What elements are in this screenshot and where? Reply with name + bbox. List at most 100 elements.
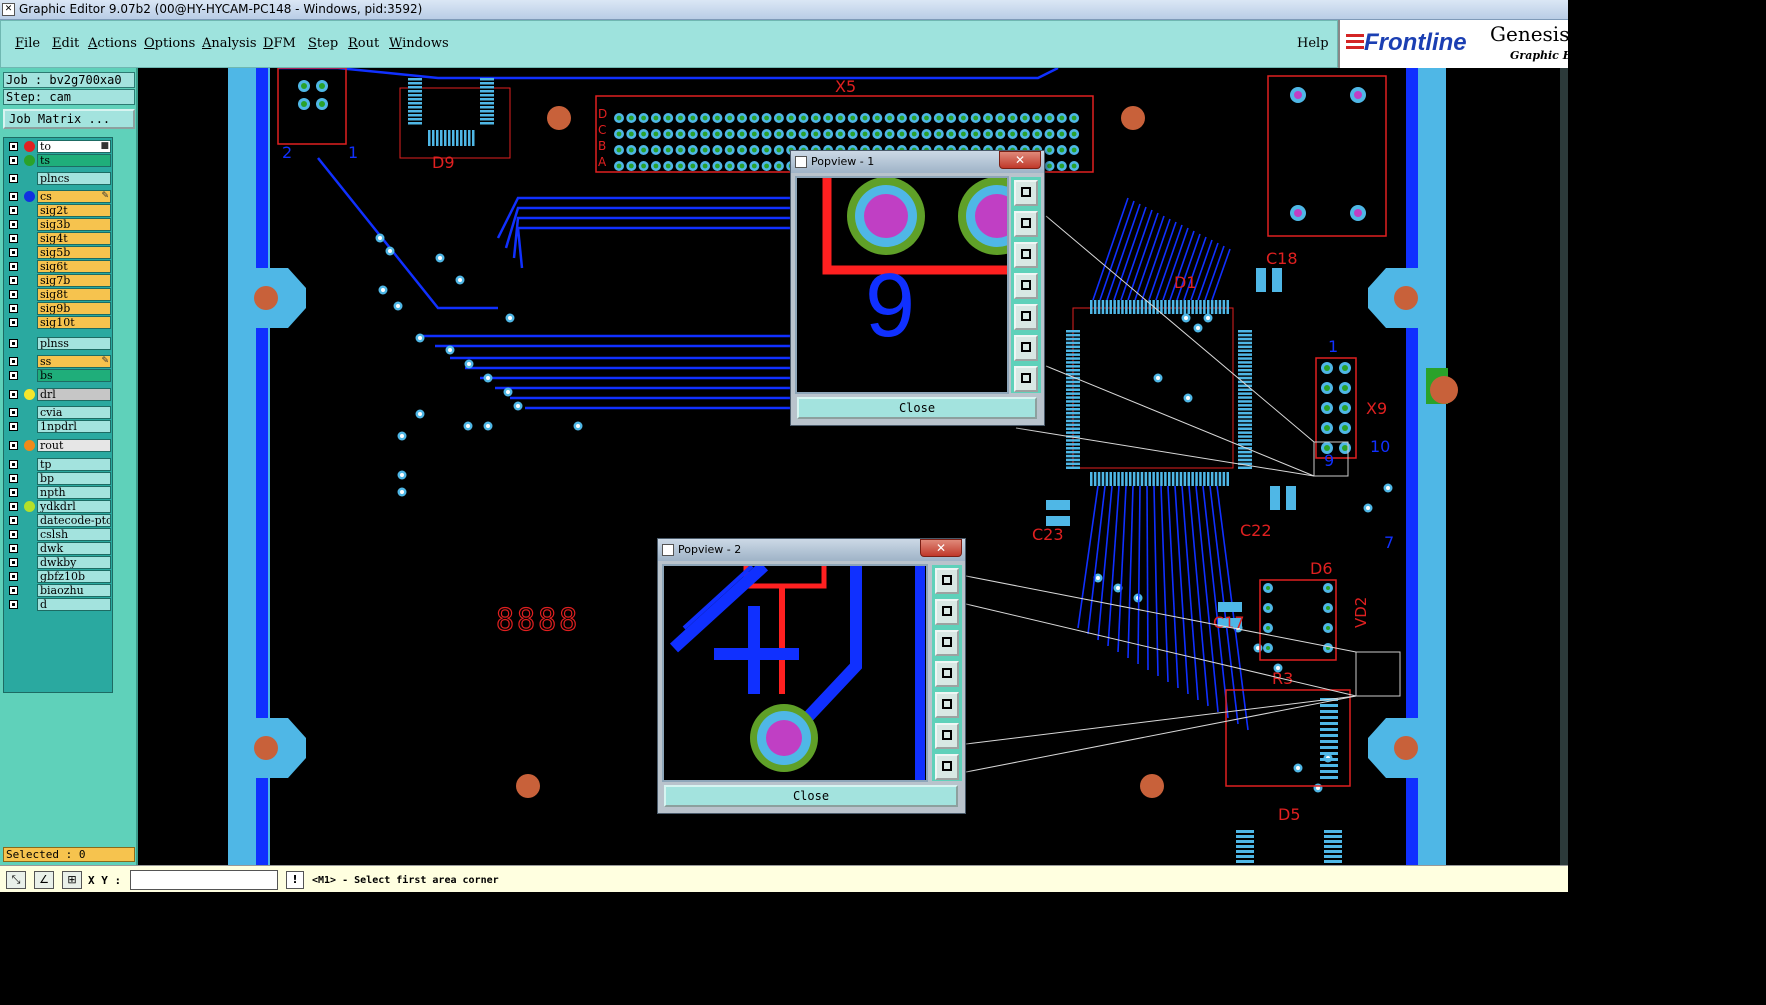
menu-file[interactable]: File bbox=[15, 36, 40, 51]
menu-windows[interactable]: Windows bbox=[389, 36, 449, 51]
zoom-out-icon[interactable] bbox=[1014, 366, 1038, 392]
layer-checkbox[interactable] bbox=[9, 586, 18, 595]
layer-checkbox[interactable] bbox=[9, 516, 18, 525]
layer-checkbox[interactable] bbox=[9, 474, 18, 483]
layer-checkbox[interactable] bbox=[9, 390, 18, 399]
popview-2-close-button[interactable]: Close bbox=[664, 785, 958, 807]
menu-analysis[interactable]: Analysis bbox=[202, 36, 257, 51]
layer-checkbox[interactable] bbox=[9, 290, 18, 299]
pan-down-icon[interactable] bbox=[935, 630, 959, 656]
layer-checkbox[interactable] bbox=[9, 304, 18, 313]
layer-row-biaozhu[interactable]: biaozhu bbox=[4, 584, 112, 597]
pan-right-icon[interactable] bbox=[1014, 304, 1038, 330]
layer-row-sig4t[interactable]: sig4t bbox=[4, 232, 112, 245]
layer-row-sig3b[interactable]: sig3b bbox=[4, 218, 112, 231]
measure-icon[interactable]: ⤡ bbox=[6, 871, 26, 889]
popview-1-close-button[interactable]: Close bbox=[797, 397, 1037, 419]
popview-1-window[interactable]: Popview - 1 ✕ 9 Close bbox=[790, 150, 1045, 426]
layer-checkbox[interactable] bbox=[9, 422, 18, 431]
popview-1-titlebar[interactable]: Popview - 1 ✕ bbox=[791, 151, 1044, 173]
layer-row-plncs[interactable]: plncs bbox=[4, 172, 112, 185]
layer-row-d[interactable]: d bbox=[4, 598, 112, 611]
layer-row-plnss[interactable]: plnss bbox=[4, 337, 112, 350]
info-icon[interactable]: ! bbox=[286, 871, 304, 889]
layer-row-1npdrl[interactable]: 1npdrl bbox=[4, 420, 112, 433]
pan-left-icon[interactable] bbox=[1014, 273, 1038, 299]
popview-2-titlebar[interactable]: Popview - 2 ✕ bbox=[658, 539, 965, 561]
layer-row-cs[interactable]: cs ✎ bbox=[4, 190, 112, 203]
layer-checkbox[interactable] bbox=[9, 262, 18, 271]
layer-row-ss[interactable]: ss ✎ bbox=[4, 355, 112, 368]
layer-row-cvia[interactable]: cvia bbox=[4, 406, 112, 419]
layer-row-dwk[interactable]: dwk bbox=[4, 542, 112, 555]
layer-row-sig8t[interactable]: sig8t bbox=[4, 288, 112, 301]
layer-checkbox[interactable] bbox=[9, 192, 18, 201]
menu-edit[interactable]: Edit bbox=[52, 36, 79, 51]
layer-row-to[interactable]: to ■ bbox=[4, 140, 112, 153]
snap-icon[interactable]: ∠ bbox=[34, 871, 54, 889]
layer-row-cslsh[interactable]: cslsh bbox=[4, 528, 112, 541]
zoom-in-icon[interactable] bbox=[935, 723, 959, 749]
zoom-out-icon[interactable] bbox=[935, 754, 959, 780]
menu-options[interactable]: Options bbox=[144, 36, 195, 51]
close-icon[interactable]: ✕ bbox=[920, 539, 962, 557]
pan-left-icon[interactable] bbox=[935, 661, 959, 687]
layer-row-bp[interactable]: bp bbox=[4, 472, 112, 485]
layer-checkbox[interactable] bbox=[9, 530, 18, 539]
layer-checkbox[interactable] bbox=[9, 276, 18, 285]
layer-checkbox[interactable] bbox=[9, 142, 18, 151]
layer-row-drl[interactable]: drl bbox=[4, 388, 112, 401]
layer-row-bs[interactable]: bs bbox=[4, 369, 112, 382]
layer-checkbox[interactable] bbox=[9, 357, 18, 366]
popview-1-view[interactable]: 9 bbox=[795, 176, 1036, 394]
layer-row-tp[interactable]: tp bbox=[4, 458, 112, 471]
layer-checkbox[interactable] bbox=[9, 544, 18, 553]
layer-row-ts[interactable]: ts bbox=[4, 154, 112, 167]
layer-checkbox[interactable] bbox=[9, 339, 18, 348]
layer-row-sig6t[interactable]: sig6t bbox=[4, 260, 112, 273]
pan-down-icon[interactable] bbox=[1014, 242, 1038, 268]
menu-dfm[interactable]: DFM bbox=[263, 36, 296, 51]
layer-checkbox[interactable] bbox=[9, 488, 18, 497]
zoom-fit-icon[interactable] bbox=[935, 568, 959, 594]
layer-checkbox[interactable] bbox=[9, 408, 18, 417]
pan-up-icon[interactable] bbox=[1014, 211, 1038, 237]
layer-row-sig5b[interactable]: sig5b bbox=[4, 246, 112, 259]
layer-row-sig9b[interactable]: sig9b bbox=[4, 302, 112, 315]
layer-checkbox[interactable] bbox=[9, 460, 18, 469]
layer-row-dwkby[interactable]: dwkby bbox=[4, 556, 112, 569]
popview-2-view[interactable] bbox=[662, 561, 928, 782]
menu-help[interactable]: Help bbox=[1297, 36, 1329, 51]
menu-actions[interactable]: Actions bbox=[88, 36, 137, 51]
menu-rout[interactable]: Rout bbox=[348, 36, 379, 51]
menu-step[interactable]: Step bbox=[308, 36, 338, 51]
layer-row-datecode-ptc[interactable]: datecode-ptc bbox=[4, 514, 112, 527]
layer-checkbox[interactable] bbox=[9, 318, 18, 327]
layer-checkbox[interactable] bbox=[9, 248, 18, 257]
layer-checkbox[interactable] bbox=[9, 206, 18, 215]
layer-row-npth[interactable]: npth bbox=[4, 486, 112, 499]
layer-row-sig7b[interactable]: sig7b bbox=[4, 274, 112, 287]
grid-icon[interactable]: ⊞ bbox=[62, 871, 82, 889]
layer-row-ydkdrl[interactable]: ydkdrl bbox=[4, 500, 112, 513]
layer-checkbox[interactable] bbox=[9, 156, 18, 165]
layer-row-gbfz10b[interactable]: gbfz10b bbox=[4, 570, 112, 583]
xy-input[interactable] bbox=[130, 870, 278, 890]
layer-checkbox[interactable] bbox=[9, 572, 18, 581]
layer-checkbox[interactable] bbox=[9, 371, 18, 380]
pan-up-icon[interactable] bbox=[935, 599, 959, 625]
close-icon[interactable]: ✕ bbox=[999, 151, 1041, 169]
layer-checkbox[interactable] bbox=[9, 174, 18, 183]
pan-right-icon[interactable] bbox=[935, 692, 959, 718]
layer-row-sig10t[interactable]: sig10t bbox=[4, 316, 112, 329]
layer-checkbox[interactable] bbox=[9, 600, 18, 609]
layer-checkbox[interactable] bbox=[9, 558, 18, 567]
layer-row-rout[interactable]: rout bbox=[4, 439, 112, 452]
layer-checkbox[interactable] bbox=[9, 441, 18, 450]
layer-checkbox[interactable] bbox=[9, 502, 18, 511]
job-matrix-button[interactable]: Job Matrix ... bbox=[3, 109, 135, 129]
zoom-in-icon[interactable] bbox=[1014, 335, 1038, 361]
layer-checkbox[interactable] bbox=[9, 234, 18, 243]
layer-checkbox[interactable] bbox=[9, 220, 18, 229]
layer-row-sig2t[interactable]: sig2t bbox=[4, 204, 112, 217]
